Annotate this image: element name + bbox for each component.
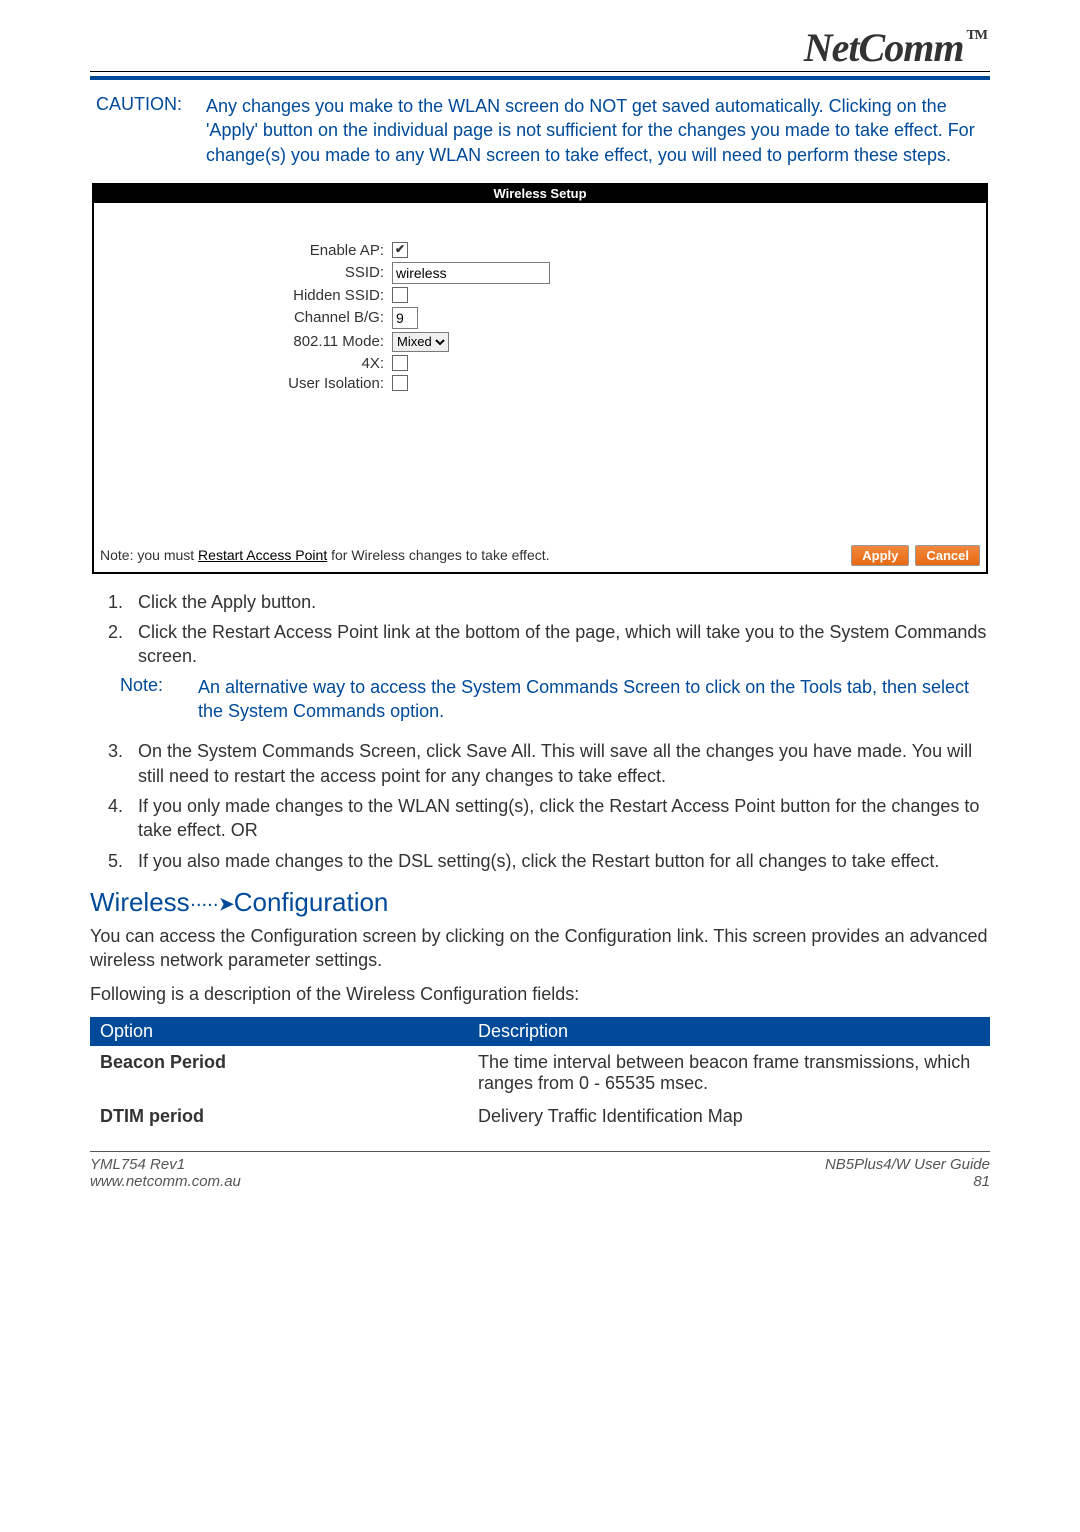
th-description: Description (468, 1017, 990, 1046)
note-text: An alternative way to access the System … (198, 675, 990, 724)
options-table: Option Description Beacon Period The tim… (90, 1017, 990, 1133)
fourx-label: 4X: (104, 355, 392, 372)
footer-note-prefix: Note: you must (100, 547, 198, 563)
enable-ap-checkbox[interactable] (392, 242, 408, 258)
heading-pre: Wireless (90, 887, 190, 917)
user-isolation-checkbox[interactable] (392, 375, 408, 391)
ssid-label: SSID: (104, 264, 392, 281)
mode-select[interactable]: Mixed (392, 332, 449, 352)
channel-label: Channel B/G: (104, 309, 392, 326)
rule-thin (90, 71, 990, 72)
opt-name: DTIM period (90, 1100, 468, 1133)
opt-name: Beacon Period (90, 1046, 468, 1100)
caution-text: Any changes you make to the WLAN screen … (206, 94, 990, 167)
steps-list-1: Click the Apply button. Click the Restar… (128, 590, 990, 669)
caution-label: CAUTION: (96, 94, 206, 167)
list-item: If you only made changes to the WLAN set… (128, 794, 990, 843)
heading-post: Configuration (234, 887, 389, 917)
footer-note-suffix: for Wireless changes to take effect. (327, 547, 549, 563)
cancel-button[interactable]: Cancel (915, 545, 980, 566)
footer-right-1: NB5Plus4/W User Guide (825, 1156, 990, 1173)
hidden-ssid-checkbox[interactable] (392, 287, 408, 303)
list-item: Click the Apply button. (128, 590, 990, 614)
fourx-checkbox[interactable] (392, 355, 408, 371)
panel-title: Wireless Setup (94, 185, 986, 203)
list-item: On the System Commands Screen, click Sav… (128, 739, 990, 788)
footer-left-2: www.netcomm.com.au (90, 1173, 825, 1190)
note-label: Note: (120, 675, 198, 724)
caution-block: CAUTION: Any changes you make to the WLA… (90, 94, 990, 167)
brand-tm: TM (966, 28, 987, 43)
brand-logo: NetCommTM (90, 24, 990, 71)
section-heading: Wireless·····➤Configuration (90, 887, 990, 918)
table-row: DTIM period Delivery Traffic Identificat… (90, 1100, 990, 1133)
opt-desc: Delivery Traffic Identification Map (468, 1100, 990, 1133)
footer-left-1: YML754 Rev1 (90, 1156, 825, 1173)
section-lead: Following is a description of the Wirele… (90, 982, 990, 1006)
list-item: If you also made changes to the DSL sett… (128, 849, 990, 873)
wireless-setup-panel: Wireless Setup Enable AP: SSID: Hidden S… (92, 183, 988, 574)
table-row: Beacon Period The time interval between … (90, 1046, 990, 1100)
section-intro: You can access the Configuration screen … (90, 924, 990, 973)
footer-right-2: 81 (825, 1173, 990, 1190)
mode-label: 802.11 Mode: (104, 333, 392, 350)
panel-footer-note: Note: you must Restart Access Point for … (100, 547, 845, 563)
th-option: Option (90, 1017, 468, 1046)
brand-name: NetComm (804, 25, 964, 70)
channel-input[interactable] (392, 307, 418, 329)
rule-thick (90, 76, 990, 80)
hidden-ssid-label: Hidden SSID: (104, 287, 392, 304)
apply-button[interactable]: Apply (851, 545, 909, 566)
ssid-input[interactable] (392, 262, 550, 284)
steps-list-2: On the System Commands Screen, click Sav… (128, 739, 990, 872)
page-footer: YML754 Rev1 www.netcomm.com.au NB5Plus4/… (90, 1152, 990, 1190)
opt-desc: The time interval between beacon frame t… (468, 1046, 990, 1100)
note-block: Note: An alternative way to access the S… (90, 675, 990, 724)
list-item: Click the Restart Access Point link at t… (128, 620, 990, 669)
enable-ap-label: Enable AP: (104, 242, 392, 259)
arrow-icon: ·····➤ (190, 893, 234, 915)
user-isolation-label: User Isolation: (104, 375, 392, 392)
restart-ap-link[interactable]: Restart Access Point (198, 547, 327, 563)
